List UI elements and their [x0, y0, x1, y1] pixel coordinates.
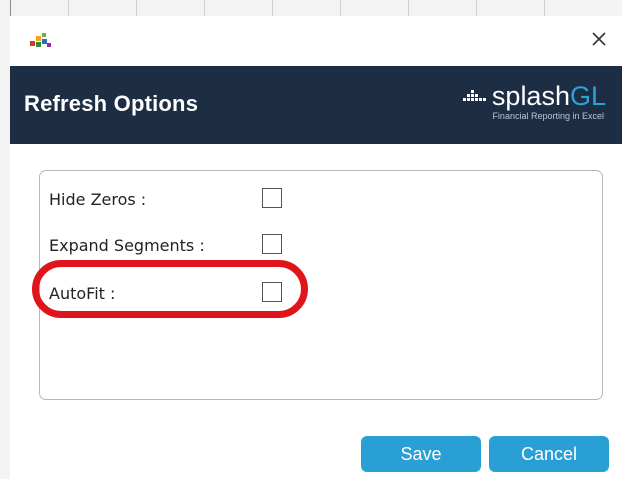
logo-name-suffix: GL [569, 81, 606, 111]
refresh-options-dialog: Refresh Options splashGL Financial Repor… [10, 16, 622, 479]
grid-line [340, 0, 341, 16]
save-button[interactable]: Save [361, 436, 481, 472]
logo-wordmark: splashGL [492, 82, 606, 110]
logo-tagline: Financial Reporting in Excel [492, 111, 604, 121]
hide-zeros-checkbox[interactable] [262, 188, 282, 208]
dialog-title: Refresh Options [24, 91, 199, 116]
splashgl-app-icon [28, 30, 54, 50]
option-label: Expand Segments : [49, 236, 205, 255]
splashgl-logo-mark-icon [460, 85, 490, 107]
grid-line [136, 0, 137, 16]
grid-line [204, 0, 205, 16]
expand-segments-checkbox[interactable] [262, 234, 282, 254]
close-icon [591, 31, 607, 51]
title-bar [10, 16, 622, 66]
option-row-expand-segments: Expand Segments : [49, 234, 349, 258]
grid-line [476, 0, 477, 16]
splashgl-logo: splashGL Financial Reporting in Excel [416, 82, 606, 128]
options-panel: Hide Zeros : Expand Segments : AutoFit : [39, 170, 603, 400]
option-row-autofit: AutoFit : [49, 282, 349, 306]
option-label: Hide Zeros : [49, 190, 147, 209]
grid-line [68, 0, 69, 16]
option-label: AutoFit : [49, 284, 116, 303]
close-button[interactable] [582, 24, 616, 58]
logo-name-prefix: splash [491, 81, 570, 111]
background-spreadsheet-strip [0, 0, 622, 17]
grid-line [272, 0, 273, 16]
cancel-button[interactable]: Cancel [489, 436, 609, 472]
option-row-hide-zeros: Hide Zeros : [49, 188, 349, 212]
grid-line [408, 0, 409, 16]
grid-line [544, 0, 545, 16]
header-band: Refresh Options splashGL Financial Repor… [10, 66, 622, 144]
autofit-checkbox[interactable] [262, 282, 282, 302]
